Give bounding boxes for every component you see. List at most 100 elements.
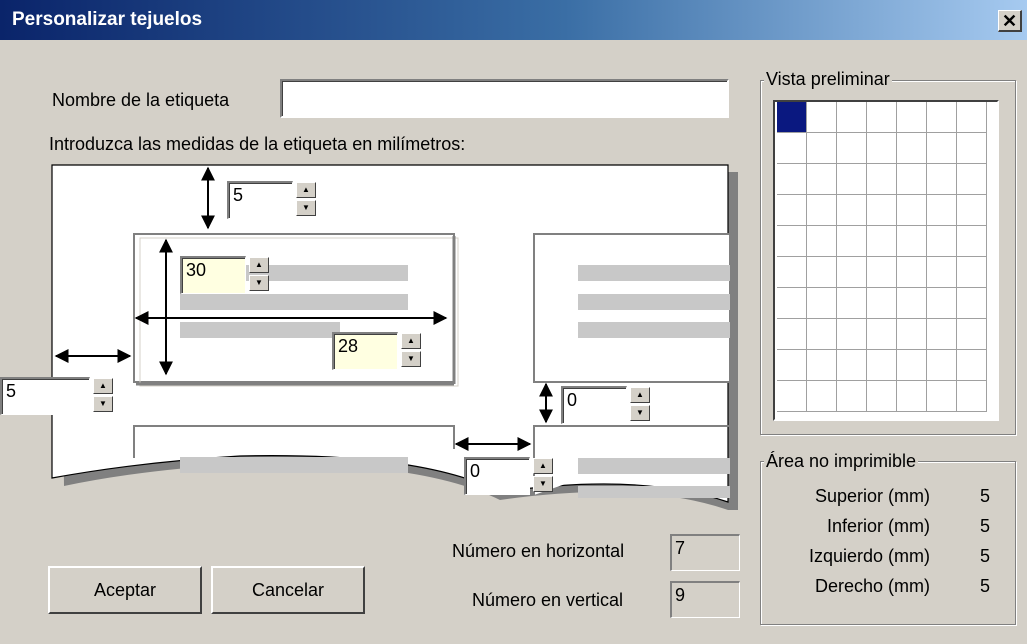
preview-cell[interactable] [777, 164, 807, 195]
cancel-button[interactable]: Cancelar [211, 566, 365, 614]
label-height-down-button[interactable]: ▼ [249, 275, 269, 291]
label-width-up-button[interactable]: ▲ [401, 333, 421, 349]
preview-cell[interactable] [867, 164, 897, 195]
horizontal-count-field: 7 [670, 534, 740, 571]
preview-cell[interactable] [927, 350, 957, 381]
preview-cell[interactable] [957, 195, 987, 226]
preview-cell[interactable] [927, 102, 957, 133]
preview-cell[interactable] [957, 164, 987, 195]
preview-cell[interactable] [777, 288, 807, 319]
preview-cell[interactable] [897, 133, 927, 164]
preview-cell[interactable] [807, 381, 837, 412]
preview-cell[interactable] [807, 133, 837, 164]
preview-cell[interactable] [927, 133, 957, 164]
preview-cell[interactable] [957, 319, 987, 350]
preview-cell[interactable] [927, 288, 957, 319]
preview-cell[interactable] [837, 102, 867, 133]
preview-cell[interactable] [867, 133, 897, 164]
preview-cell[interactable] [957, 288, 987, 319]
preview-cell[interactable] [957, 381, 987, 412]
preview-cell[interactable] [807, 102, 837, 133]
accept-button[interactable]: Aceptar [48, 566, 202, 614]
preview-cell[interactable] [837, 288, 867, 319]
preview-cell[interactable] [897, 226, 927, 257]
preview-cell[interactable] [807, 226, 837, 257]
left-margin-up-button[interactable]: ▲ [93, 378, 113, 394]
preview-cell[interactable] [927, 164, 957, 195]
preview-cell[interactable] [927, 381, 957, 412]
preview-cell[interactable] [867, 102, 897, 133]
vertical-gap-up-button[interactable]: ▲ [630, 387, 650, 403]
horizontal-count-label: Número en horizontal [452, 541, 625, 561]
horizontal-gap-input[interactable]: 0 [464, 457, 530, 495]
preview-cell[interactable] [957, 350, 987, 381]
non-printable-row: Izquierdo (mm) 5 [770, 546, 1006, 576]
preview-cell[interactable] [837, 350, 867, 381]
preview-cell[interactable] [897, 257, 927, 288]
preview-cell[interactable] [807, 350, 837, 381]
preview-cell[interactable] [807, 164, 837, 195]
preview-cell[interactable] [777, 319, 807, 350]
top-margin-up-button[interactable]: ▲ [296, 182, 316, 198]
preview-cell[interactable] [867, 288, 897, 319]
preview-cell[interactable] [957, 257, 987, 288]
vertical-count-field: 9 [670, 581, 740, 618]
preview-cell[interactable] [777, 257, 807, 288]
preview-cell[interactable] [777, 350, 807, 381]
preview-cell[interactable] [957, 102, 987, 133]
preview-cell[interactable] [927, 226, 957, 257]
spin-up-icon: ▲ [302, 185, 310, 194]
left-margin-input[interactable]: 5 [0, 377, 90, 415]
label-height-input[interactable]: 30 [180, 256, 246, 294]
preview-cell[interactable] [867, 319, 897, 350]
close-button[interactable]: ✕ [998, 10, 1022, 32]
preview-cell[interactable] [837, 195, 867, 226]
preview-cell[interactable] [837, 257, 867, 288]
preview-cell[interactable] [807, 257, 837, 288]
preview-cell[interactable] [777, 195, 807, 226]
preview-cell[interactable] [777, 381, 807, 412]
preview-cell[interactable] [867, 257, 897, 288]
non-printable-value: 5 [979, 576, 990, 596]
preview-cell[interactable] [897, 164, 927, 195]
preview-cell[interactable] [867, 226, 897, 257]
label-height-up-button[interactable]: ▲ [249, 257, 269, 273]
top-margin-input[interactable]: 5 [227, 181, 293, 219]
preview-cell[interactable] [867, 381, 897, 412]
label-width-down-button[interactable]: ▼ [401, 351, 421, 367]
preview-cell[interactable] [777, 133, 807, 164]
preview-cell[interactable] [927, 195, 957, 226]
preview-cell[interactable] [867, 195, 897, 226]
preview-cell[interactable] [837, 133, 867, 164]
horizontal-gap-up-button[interactable]: ▲ [533, 458, 553, 474]
preview-cell[interactable] [957, 226, 987, 257]
preview-cell[interactable] [837, 226, 867, 257]
preview-cell[interactable] [837, 319, 867, 350]
preview-cell[interactable] [897, 288, 927, 319]
vertical-gap-input[interactable]: 0 [561, 386, 627, 424]
preview-cell[interactable] [837, 381, 867, 412]
non-printable-label: Derecho (mm) [814, 576, 930, 596]
preview-cell[interactable] [777, 226, 807, 257]
preview-cell[interactable] [897, 195, 927, 226]
left-margin-down-button[interactable]: ▼ [93, 396, 113, 412]
horizontal-gap-down-button[interactable]: ▼ [533, 476, 553, 492]
top-margin-down-button[interactable]: ▼ [296, 200, 316, 216]
preview-cell[interactable] [807, 195, 837, 226]
vertical-gap-down-button[interactable]: ▼ [630, 405, 650, 421]
preview-cell[interactable] [897, 350, 927, 381]
preview-cell[interactable] [897, 102, 927, 133]
preview-cell[interactable] [927, 319, 957, 350]
preview-cell[interactable] [867, 350, 897, 381]
preview-cell[interactable] [957, 133, 987, 164]
preview-cell[interactable] [837, 164, 867, 195]
preview-cell[interactable] [897, 319, 927, 350]
preview-cell[interactable] [897, 381, 927, 412]
preview-cell[interactable] [807, 319, 837, 350]
non-printable-label: Superior (mm) [814, 486, 930, 506]
preview-cell-selected[interactable] [777, 102, 807, 133]
label-width-input[interactable]: 28 [332, 332, 398, 370]
label-name-input[interactable] [280, 79, 729, 118]
preview-cell[interactable] [927, 257, 957, 288]
preview-cell[interactable] [807, 288, 837, 319]
